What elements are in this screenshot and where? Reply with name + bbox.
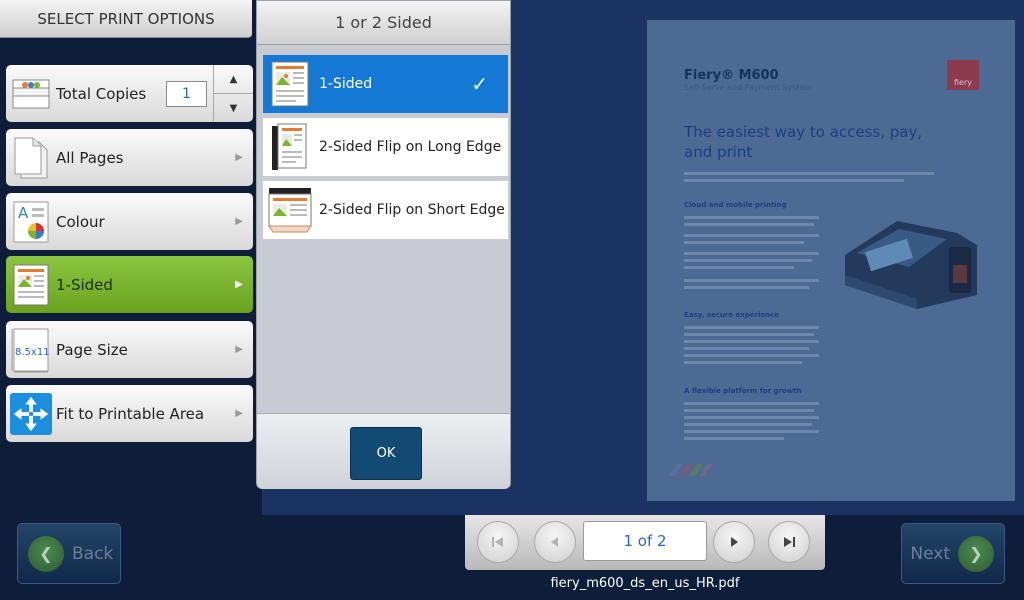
doc-section-3: A flexible platform for growth xyxy=(684,387,802,395)
previous-page-button[interactable] xyxy=(534,521,576,563)
page-navigator: 1 of 2 xyxy=(465,515,825,570)
colour-icon: A xyxy=(10,199,52,245)
sidebar-item-label: 1-Sided xyxy=(56,275,113,294)
sided-icon xyxy=(10,262,52,308)
option-2-sided-long-edge[interactable]: 2-Sided Flip on Long Edge xyxy=(263,118,508,176)
total-copies-label: Total Copies xyxy=(56,84,147,103)
back-label: Back xyxy=(72,543,114,564)
doc-brand: Fiery® M600 xyxy=(684,68,779,83)
panel-title: 1 or 2 Sided xyxy=(257,1,510,45)
sidebar-item-colour[interactable]: A Colour ▶ xyxy=(6,193,253,250)
sidebar-item-sided[interactable]: 1-Sided ▶ xyxy=(6,256,253,313)
sided-options-list: 1-Sided ✓ 2-Sided Flip on Long Edge 2-Si… xyxy=(257,46,510,412)
chevron-right-icon: ▶ xyxy=(235,408,243,419)
option-1-sided[interactable]: 1-Sided ✓ xyxy=(263,55,508,113)
doc-section-1: Cloud and mobile printing xyxy=(684,201,787,209)
doc-headline: The easiest way to access, pay, and prin… xyxy=(684,123,923,161)
total-copies-row: Total Copies 1 ▲ ▼ xyxy=(6,65,253,122)
page-size-icon: 8.5x11 xyxy=(10,327,52,373)
doc-footer-logo xyxy=(669,464,713,476)
option-2-sided-short-edge[interactable]: 2-Sided Flip on Short Edge xyxy=(263,181,508,239)
back-arrow-icon: ❮ xyxy=(28,535,64,572)
next-label: Next xyxy=(910,543,950,564)
sided-options-panel: 1 or 2 Sided 1-Sided ✓ 2-Sided Flip on L… xyxy=(256,0,511,489)
doc-section-2: Easy, secure experience xyxy=(684,311,779,319)
page-indicator[interactable]: 1 of 2 xyxy=(583,521,707,561)
first-page-icon xyxy=(492,537,503,547)
option-label: 1-Sided xyxy=(319,75,373,92)
option-label: 2-Sided Flip on Short Edge xyxy=(319,201,505,218)
document-filename: fiery_m600_ds_en_us_HR.pdf xyxy=(550,576,740,591)
document-page-thumbnail: Fiery® M600 Self-Serve and Payment Syste… xyxy=(647,20,1015,501)
next-arrow-icon: ❯ xyxy=(958,535,994,572)
sidebar-item-label: All Pages xyxy=(56,148,124,167)
two-sided-short-edge-icon xyxy=(267,185,313,235)
copies-input[interactable]: 1 xyxy=(166,80,207,107)
back-button[interactable]: ❮ Back xyxy=(17,523,121,584)
kiosk-machine-image xyxy=(845,221,977,309)
sidebar-item-all-pages[interactable]: All Pages ▶ xyxy=(6,129,253,186)
sidebar-item-label: Fit to Printable Area xyxy=(56,404,205,423)
sidebar-item-fit-area[interactable]: Fit to Printable Area ▶ xyxy=(6,385,253,442)
copies-icon xyxy=(10,71,52,117)
copies-stepper: ▲ ▼ xyxy=(213,65,253,122)
chevron-right-icon: ▶ xyxy=(235,152,243,163)
sidebar-item-label: Colour xyxy=(56,212,105,231)
chevron-right-icon: ▶ xyxy=(235,344,243,355)
first-page-button[interactable] xyxy=(477,521,519,563)
sidebar-title: SELECT PRINT OPTIONS xyxy=(0,0,252,38)
next-button[interactable]: Next ❯ xyxy=(901,523,1005,584)
sidebar-item-label: Page Size xyxy=(56,340,128,359)
page-size-icon-text: 8.5x11 xyxy=(15,347,50,358)
chevron-right-icon: ▶ xyxy=(235,216,243,227)
copies-increment-button[interactable]: ▲ xyxy=(214,65,253,94)
fit-area-icon xyxy=(10,391,52,437)
option-label: 2-Sided Flip on Long Edge xyxy=(319,138,502,155)
one-sided-icon xyxy=(267,59,313,109)
copies-decrement-button[interactable]: ▼ xyxy=(214,94,253,122)
checkmark-icon: ✓ xyxy=(471,72,488,96)
fiery-logo: fiery xyxy=(947,60,979,90)
last-page-icon xyxy=(784,537,795,547)
panel-footer: OK xyxy=(257,413,510,489)
next-page-icon xyxy=(731,537,738,547)
doc-subtitle: Self-Serve and Payment System xyxy=(684,83,812,92)
ok-button[interactable]: OK xyxy=(350,427,422,480)
next-page-button[interactable] xyxy=(713,521,755,563)
svg-text:A: A xyxy=(18,204,29,222)
chevron-right-icon: ▶ xyxy=(235,279,243,290)
sidebar-item-page-size[interactable]: 8.5x11 Page Size ▶ xyxy=(6,321,253,378)
last-page-button[interactable] xyxy=(768,521,810,563)
pages-icon xyxy=(10,135,52,181)
previous-page-icon xyxy=(551,537,558,547)
two-sided-long-edge-icon xyxy=(267,122,313,172)
print-options-sidebar: SELECT PRINT OPTIONS Total Copies 1 ▲ ▼ … xyxy=(0,0,258,515)
